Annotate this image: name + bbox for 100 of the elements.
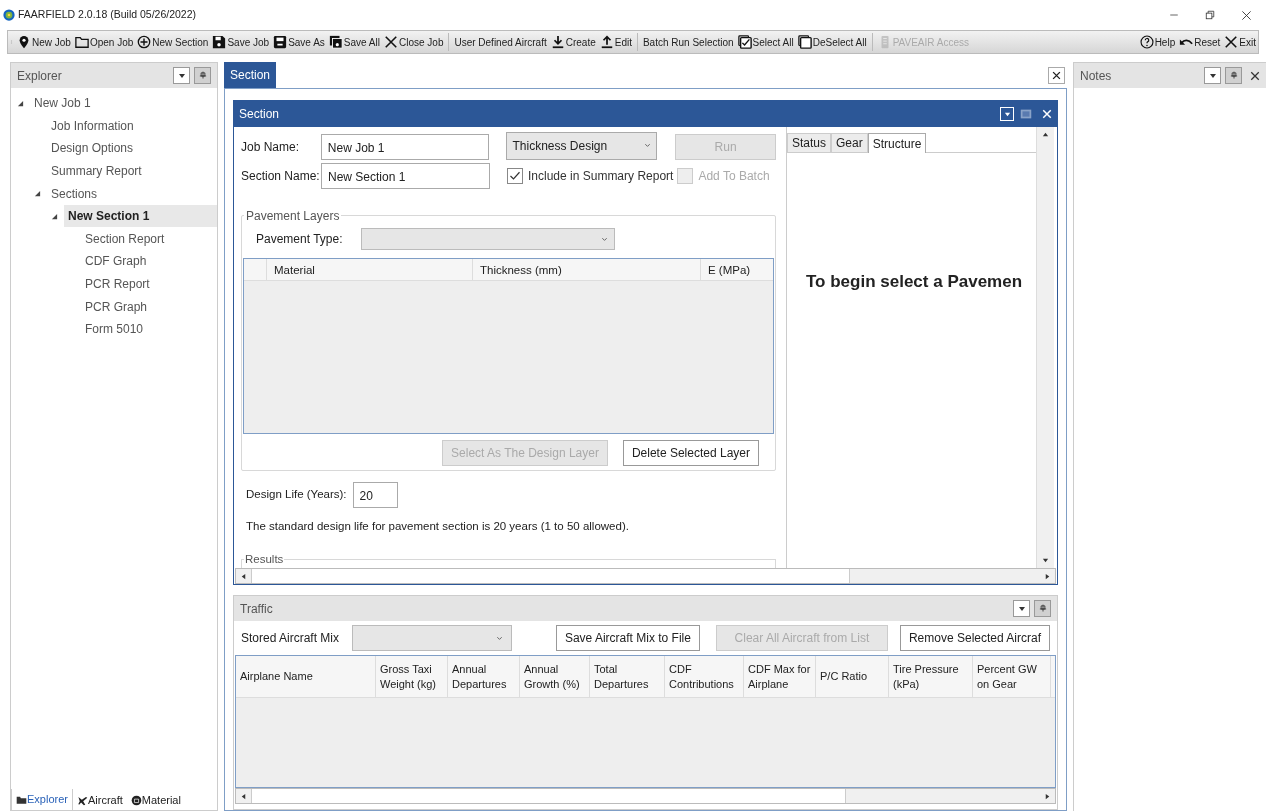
tree-item[interactable]: Job Information <box>47 114 217 137</box>
caret-down-icon <box>177 71 186 80</box>
traffic-button[interactable]: Remove Selected Aircraf <box>899 625 1050 651</box>
toolbar-button[interactable]: Reset <box>1177 32 1223 52</box>
tab[interactable]: Status <box>787 133 832 152</box>
column-header: Annual Growth (%) <box>520 656 590 697</box>
dropdown-button[interactable] <box>1204 67 1221 84</box>
checkbox[interactable] <box>507 168 523 184</box>
column-header: Tire Pressure (kPa) <box>889 656 973 697</box>
arrow-right-icon <box>1044 572 1051 580</box>
expanded-arrow-icon[interactable] <box>51 212 58 220</box>
toolbar-button[interactable]: User Defined Aircraft <box>452 32 549 52</box>
pane-tab[interactable]: Material <box>126 789 185 811</box>
close-icon[interactable] <box>1241 9 1252 21</box>
field-label: Job Name: <box>241 139 301 156</box>
toolbar-button[interactable]: New Job <box>15 32 73 52</box>
column-header: Thickness (mm) <box>473 259 701 280</box>
window-title: FAARFIELD 2.0.18 (Build 05/26/2022) <box>18 7 197 23</box>
horizontal-scrollbar[interactable] <box>235 788 1056 804</box>
pin-button[interactable] <box>1225 67 1242 84</box>
input-field[interactable]: New Job 1 <box>320 134 490 160</box>
caret-down-icon <box>1017 604 1026 613</box>
toolbar-button[interactable]: New Section <box>135 32 211 52</box>
toolbar-button[interactable]: Save All <box>326 32 382 52</box>
column-header: Gross Taxi Weight (kg) <box>376 656 448 697</box>
toolbar-button[interactable]: Edit <box>597 32 634 52</box>
upload-icon <box>599 35 614 49</box>
info-text: The standard design life for pavement section is 20 years (1 to 50 allowed). <box>245 519 630 534</box>
tree-item[interactable]: Sections <box>47 182 217 205</box>
pane-title: Explorer <box>17 67 62 85</box>
close-icon[interactable] <box>1250 70 1260 81</box>
scrollbar-thumb[interactable] <box>251 789 846 803</box>
expanded-arrow-icon[interactable] <box>17 99 24 107</box>
tab[interactable]: Gear <box>831 133 868 152</box>
caret-down-icon <box>1208 71 1217 80</box>
arrow-up-icon <box>1042 131 1049 138</box>
tree-item[interactable]: PCR Graph <box>81 295 217 318</box>
layer-button[interactable]: Delete Selected Layer <box>622 440 759 466</box>
pin-icon <box>1228 70 1239 81</box>
column-header: Percent GW on Gear <box>973 656 1051 697</box>
document-tab[interactable]: Section <box>224 62 277 88</box>
traffic-button[interactable]: Save Aircraft Mix to File <box>555 625 700 651</box>
column-header: CDF Contributions <box>665 656 744 697</box>
close-icon <box>1224 35 1239 49</box>
tree-item[interactable]: Summary Report <box>47 160 217 183</box>
field-label: Stored Aircraft Mix <box>241 630 341 647</box>
checkbox-label: Add To Batch <box>698 168 770 185</box>
tree-item[interactable]: PCR Report <box>81 273 217 296</box>
arrow-down-icon <box>1042 557 1049 564</box>
app-logo-icon <box>3 9 15 21</box>
tree-item[interactable]: New Job 1 <box>30 92 217 115</box>
input-field[interactable]: New Section 1 <box>321 163 490 189</box>
toolbar-button[interactable]: DeSelect All <box>795 32 869 52</box>
pane-tab[interactable]: Explorer <box>11 789 73 811</box>
caret-down-icon <box>1003 110 1011 118</box>
pin-button[interactable] <box>194 67 211 84</box>
tree-item[interactable]: Section Report <box>81 227 217 250</box>
tree-item[interactable]: CDF Graph <box>81 250 217 273</box>
checkbox-icon <box>737 35 752 49</box>
horizontal-scrollbar[interactable] <box>235 568 1056 584</box>
expanded-arrow-icon[interactable] <box>34 190 41 198</box>
restore-icon[interactable] <box>1205 10 1215 20</box>
pin-icon <box>17 35 31 49</box>
input-field[interactable]: 20 <box>352 482 398 508</box>
arrow-left-icon <box>240 572 247 580</box>
dropdown-button[interactable] <box>173 67 190 84</box>
tree-item[interactable]: Form 5010 <box>81 318 217 341</box>
column-header: E (MPa) <box>707 263 752 278</box>
tab[interactable]: Structure <box>867 133 927 153</box>
folder-icon <box>16 794 27 805</box>
cube-icon <box>130 794 142 806</box>
column-header: CDF Max for Airplane <box>744 656 816 697</box>
column-header: Material <box>267 259 473 280</box>
checkbox-icon <box>797 35 812 49</box>
toolbar-button[interactable]: Select All <box>735 32 796 52</box>
scrollbar-thumb[interactable] <box>251 569 850 583</box>
toolbar-button[interactable]: Save Job <box>210 32 272 52</box>
pane-title: Traffic <box>240 600 273 618</box>
pane-tab[interactable]: Aircraft <box>72 789 127 811</box>
plus-circle-icon <box>137 35 152 49</box>
toolbar-button[interactable]: Close Job <box>381 32 446 52</box>
dropdown-value: Thickness Design <box>512 137 608 155</box>
close-button[interactable] <box>1048 67 1065 84</box>
toolbar-button[interactable]: Open Job <box>72 32 136 52</box>
help-icon <box>1139 35 1154 49</box>
field-label: Section Name: <box>241 168 321 185</box>
column-header: Annual Departures <box>448 656 520 697</box>
dropdown[interactable]: Thickness Design <box>506 131 658 160</box>
pin-button[interactable] <box>1034 600 1051 617</box>
toolbar-button[interactable]: Help <box>1137 32 1178 52</box>
download-icon <box>550 35 565 49</box>
tree-item[interactable]: Design Options <box>47 137 217 160</box>
toolbar-button[interactable]: Save As <box>271 32 327 52</box>
toolbar-button[interactable]: Exit <box>1222 32 1258 52</box>
dropdown-button[interactable] <box>1013 600 1030 617</box>
toolbar-button[interactable]: Batch Run Selection <box>640 32 736 52</box>
vertical-scrollbar[interactable] <box>1036 127 1054 568</box>
tree-item[interactable]: New Section 1 <box>64 205 217 228</box>
chevron-down-icon <box>644 141 652 149</box>
toolbar-button[interactable]: Create <box>548 32 598 52</box>
